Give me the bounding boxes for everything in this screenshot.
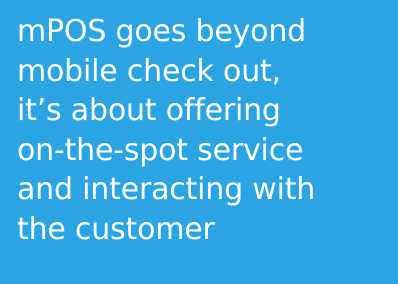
quote-line: it’s about offering	[17, 93, 281, 128]
quote-card: mPOS goes beyond mobile check out, it’s …	[0, 0, 398, 284]
quote-line: the customer	[17, 211, 215, 247]
quote-line: and interacting with	[17, 172, 316, 207]
quote-line: mPOS goes beyond	[17, 14, 306, 49]
quote-line: mobile check out,	[17, 53, 281, 89]
quote-line: on-the-spot service	[17, 132, 304, 168]
quote-text: mPOS goes beyond mobile check out, it’s …	[17, 12, 398, 249]
